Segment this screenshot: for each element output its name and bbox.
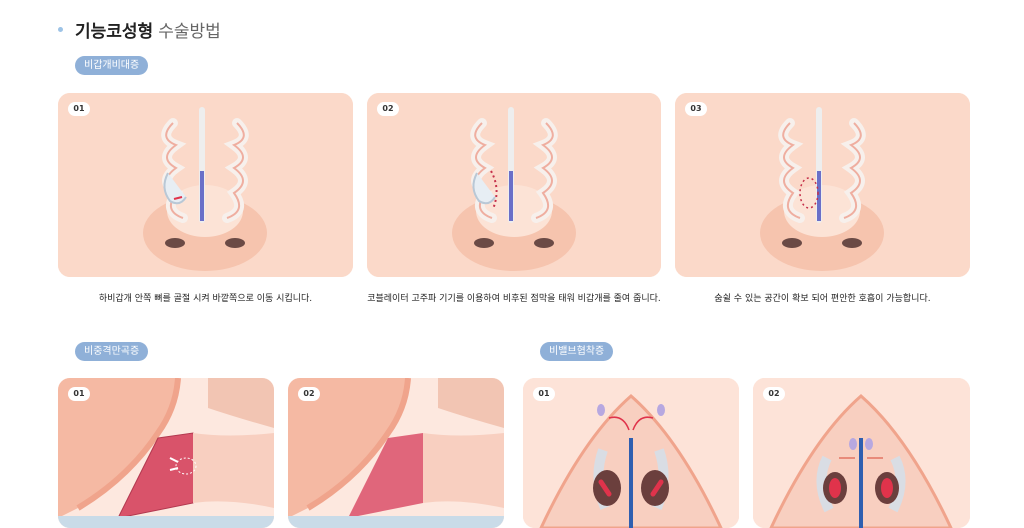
section-title: 기능코성형 수술방법: [58, 16, 221, 42]
turbinate-step-1-image: 01: [58, 93, 353, 277]
nose-front-illustration: [675, 93, 970, 277]
nose-front-illustration: [367, 93, 661, 277]
septum-step-1-image: 01: [58, 378, 274, 528]
step-number: 02: [298, 387, 320, 401]
turbinate-step-3-caption: 숨쉴 수 있는 공간이 확보 되어 편안한 호흡이 가능합니다.: [714, 294, 931, 304]
step-number: 01: [68, 387, 90, 401]
nose-front-illustration: [58, 93, 353, 277]
septum-step-2-image: 02: [288, 378, 504, 528]
valve-step-2-image: 02: [753, 378, 970, 528]
nose-side-illustration: [288, 378, 504, 528]
turbinate-step-2-image: 02: [367, 93, 661, 277]
turbinate-step-2-caption: 코블레이터 고주파 기기를 이용하여 비후된 점막을 태워 비갑개를 줄여 줍니…: [367, 294, 661, 304]
step-number: 01: [68, 102, 90, 116]
step-number: 02: [377, 102, 399, 116]
step-number: 01: [533, 387, 555, 401]
title-bold: 기능코성형: [75, 21, 154, 41]
valve-step-1-image: 01: [523, 378, 739, 528]
title-light: 수술방법: [158, 21, 221, 41]
turbinate-step-1-caption: 하비갑개 안쪽 뼈를 골절 시켜 바깥쪽으로 이동 시킵니다.: [98, 294, 313, 304]
nose-side-illustration: [58, 378, 274, 528]
tag-turbinate: 비갑개비대증: [75, 56, 149, 75]
step-number: 02: [763, 387, 785, 401]
tag-septum: 비중격만곡증: [75, 342, 149, 361]
turbinate-step-3-image: 03: [675, 93, 970, 277]
tag-valve: 비밸브협착증: [540, 342, 614, 361]
nose-base-illustration: [753, 378, 970, 528]
bullet-dot: [58, 26, 63, 32]
nose-base-illustration: [523, 378, 739, 528]
step-number: 03: [685, 102, 707, 116]
